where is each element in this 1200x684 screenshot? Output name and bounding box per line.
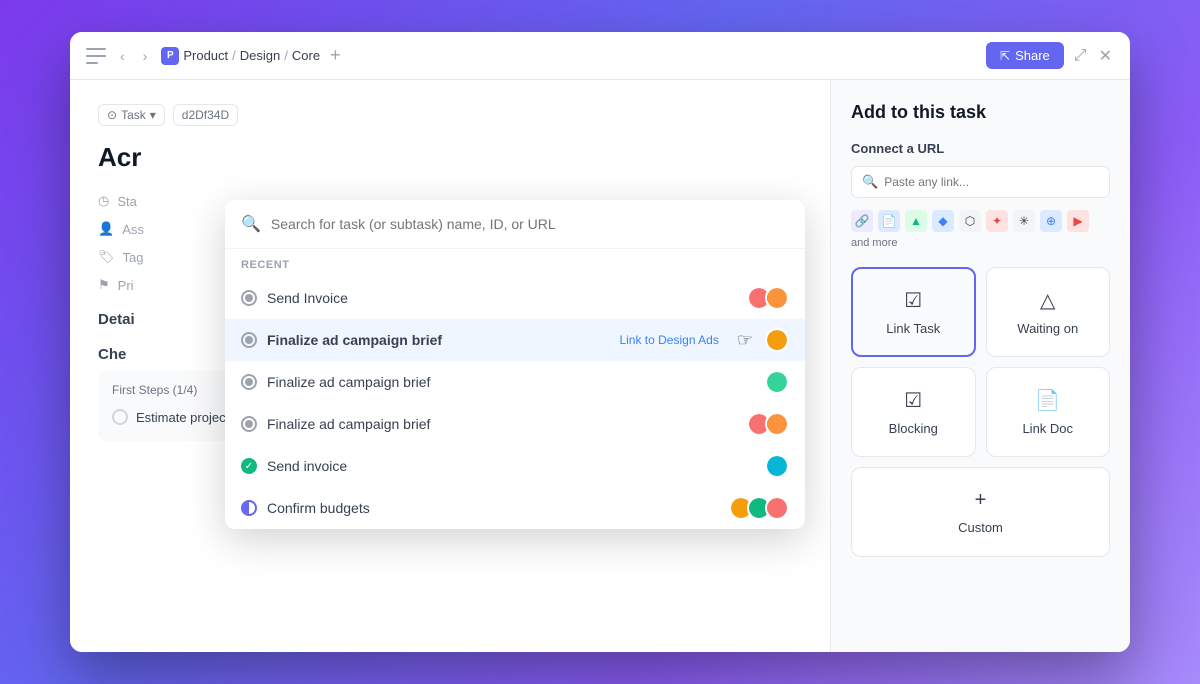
avatar (765, 496, 789, 520)
avatar (765, 370, 789, 394)
list-item[interactable]: Finalize ad campaign brief Link to Desig… (225, 319, 805, 361)
link-to-badge: Link to Design Ads (611, 331, 726, 349)
docs-icon[interactable]: 📄 (878, 210, 900, 232)
avatar (765, 286, 789, 310)
breadcrumb-core[interactable]: Core (292, 48, 320, 63)
search-icon: 🔍 (241, 214, 261, 234)
status-dot-icon (241, 500, 257, 516)
avatar (765, 412, 789, 436)
youtube-icon[interactable]: ▶ (1067, 210, 1089, 232)
status-dot-icon (241, 416, 257, 432)
blocking-icon: ☑ (904, 388, 922, 413)
waiting-on-label: Waiting on (1017, 321, 1078, 336)
list-item[interactable]: Send Invoice (225, 277, 805, 319)
close-icon[interactable]: ✕ (1097, 44, 1114, 68)
waiting-on-icon: △ (1040, 288, 1055, 313)
status-dot-icon (241, 332, 257, 348)
url-search-icon: 🔍 (862, 174, 878, 190)
link-doc-label: Link Doc (1022, 421, 1073, 436)
tags-icon: 🏷 (98, 249, 115, 265)
custom-icon: + (975, 489, 987, 512)
integration-icons: 🔗 📄 ▲ ◆ ⬡ ✦ ✳ ⊕ ▶ and more (851, 210, 1110, 249)
avatar (765, 454, 789, 478)
titlebar: ‹ › P Product / Design / Core + ⇱ Share … (70, 32, 1130, 80)
titlebar-actions: ⇱ Share ⤢ ✕ (986, 42, 1114, 69)
task-icon: ⊙ (107, 108, 117, 122)
avatar (765, 328, 789, 352)
dropbox-icon[interactable]: ◆ (932, 210, 954, 232)
expand-icon[interactable]: ⤢ (1072, 45, 1089, 67)
share-button[interactable]: ⇱ Share (986, 42, 1064, 69)
left-panel: ⊙ Task ▾ d2Df34D Acr ◷ Sta 👤 Ass 🏷 Tag ⚑ (70, 80, 830, 652)
figma-icon[interactable]: ✦ (986, 210, 1008, 232)
gdrive-icon[interactable]: ▲ (905, 210, 927, 232)
task-name: Finalize ad campaign brief (267, 416, 737, 432)
status-dot-icon (241, 290, 257, 306)
chrome-icon[interactable]: ⊕ (1040, 210, 1062, 232)
status-dot-icon (241, 374, 257, 390)
search-input[interactable] (271, 216, 789, 232)
avatars (765, 454, 789, 478)
link-doc-icon: 📄 (1035, 388, 1060, 413)
custom-label: Custom (958, 520, 1003, 535)
main-content: ⊙ Task ▾ d2Df34D Acr ◷ Sta 👤 Ass 🏷 Tag ⚑ (70, 80, 1130, 652)
nav-forward-icon[interactable]: › (139, 46, 152, 66)
task-id: d2Df34D (173, 104, 238, 126)
task-name: Send Invoice (267, 290, 737, 306)
task-badge[interactable]: ⊙ Task ▾ (98, 104, 165, 126)
nav-back-icon[interactable]: ‹ (116, 46, 129, 66)
cursor-icon: ☞ (737, 330, 753, 351)
recent-label: Recent (225, 249, 805, 277)
task-name: Send invoice (267, 458, 755, 474)
list-item[interactable]: Confirm budgets (225, 487, 805, 529)
github-icon[interactable]: ⬡ (959, 210, 981, 232)
url-input-row: 🔍 (851, 166, 1110, 198)
status-dot-icon: ✓ (241, 458, 257, 474)
task-header-row: ⊙ Task ▾ d2Df34D (98, 104, 802, 126)
task-badge-chevron: ▾ (150, 108, 156, 122)
task-name: Confirm budgets (267, 500, 719, 516)
sidebar-toggle-icon[interactable] (86, 48, 106, 64)
link-task-icon: ☑ (904, 288, 922, 313)
check-circle-icon[interactable] (112, 409, 128, 425)
avatars (765, 328, 789, 352)
add-breadcrumb-icon[interactable]: + (330, 45, 341, 66)
blocking-label: Blocking (889, 421, 938, 436)
list-item[interactable]: Finalize ad campaign brief (225, 361, 805, 403)
status-icon: ◷ (98, 193, 109, 209)
link-task-label: Link Task (886, 321, 940, 336)
app-window: ‹ › P Product / Design / Core + ⇱ Share … (70, 32, 1130, 652)
url-input[interactable] (884, 175, 1099, 189)
avatars (747, 286, 789, 310)
breadcrumb: P Product / Design / Core + (161, 45, 976, 66)
action-grid: ☑ Link Task △ Waiting on ☑ Blocking 📄 Li… (851, 267, 1110, 557)
clickup-icon[interactable]: 🔗 (851, 210, 873, 232)
link-doc-card[interactable]: 📄 Link Doc (986, 367, 1111, 457)
task-name: Finalize ad campaign brief (267, 374, 755, 390)
right-panel: Add to this task Connect a URL 🔍 🔗 📄 ▲ ◆… (830, 80, 1130, 652)
task-search-dropdown: 🔍 Recent Send Invoice Finalize ad (225, 200, 805, 529)
and-more-label: and more (851, 237, 897, 249)
notion-icon[interactable]: ✳ (1013, 210, 1035, 232)
right-panel-title: Add to this task (851, 102, 1110, 123)
avatars (765, 370, 789, 394)
list-item[interactable]: Finalize ad campaign brief (225, 403, 805, 445)
avatars (747, 412, 789, 436)
search-bar: 🔍 (225, 200, 805, 249)
waiting-on-card[interactable]: △ Waiting on (986, 267, 1111, 357)
connect-url-label: Connect a URL (851, 141, 1110, 156)
project-icon: P (161, 47, 179, 65)
share-icon: ⇱ (1000, 49, 1010, 63)
blocking-card[interactable]: ☑ Blocking (851, 367, 976, 457)
priority-icon: ⚑ (98, 277, 110, 293)
list-item[interactable]: ✓ Send invoice (225, 445, 805, 487)
custom-card[interactable]: + Custom (851, 467, 1110, 557)
breadcrumb-product[interactable]: Product (183, 48, 228, 63)
link-task-card[interactable]: ☑ Link Task (851, 267, 976, 357)
breadcrumb-design[interactable]: Design (240, 48, 280, 63)
avatars (729, 496, 789, 520)
task-name: Finalize ad campaign brief (267, 332, 601, 348)
assignee-icon: 👤 (98, 221, 114, 237)
page-title: Acr (98, 142, 802, 173)
